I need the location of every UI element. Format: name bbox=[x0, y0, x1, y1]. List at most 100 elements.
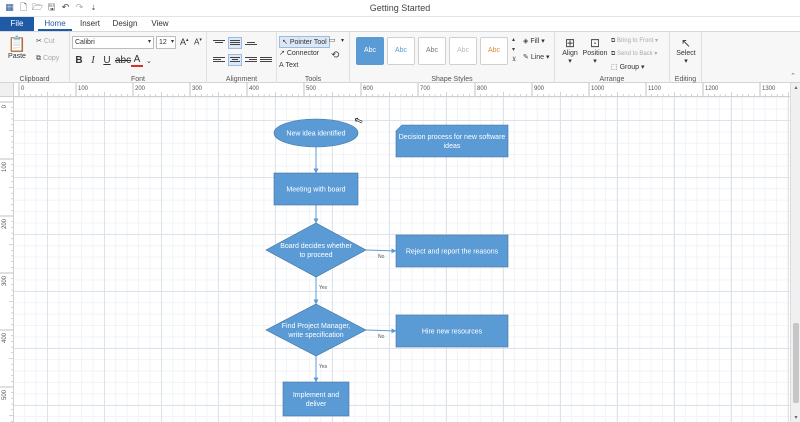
pointer-tool-label: Pointer Tool bbox=[289, 39, 327, 46]
node-label: Meeting with board bbox=[286, 187, 345, 194]
node-start[interactable]: New idea identified bbox=[273, 118, 359, 148]
tab-insert[interactable]: Insert bbox=[76, 17, 104, 31]
ruler-label: 700 bbox=[420, 86, 431, 92]
node-hire[interactable]: Hire new resources bbox=[395, 314, 509, 348]
connector-decide-reject[interactable] bbox=[365, 248, 397, 254]
vertical-scrollbar[interactable]: ▴ ▾ bbox=[790, 83, 800, 422]
undo-icon[interactable]: ↶ bbox=[60, 2, 71, 13]
clipboard-group: 📋 Paste ✂ Cut ⧉ Copy Clipboard bbox=[0, 32, 70, 84]
node-reject[interactable]: Reject and report the reasons bbox=[395, 234, 509, 268]
align-right-button[interactable] bbox=[245, 56, 257, 65]
editing-group-label: Editing bbox=[674, 76, 697, 83]
font-color-button[interactable]: A bbox=[131, 55, 143, 67]
rectangle-tool-button[interactable]: ▭ bbox=[329, 36, 336, 44]
vertical-ruler-ticks: 0 100 200 300 400 500 bbox=[0, 101, 13, 422]
customize-icon[interactable]: ⇣ bbox=[88, 2, 99, 13]
font-family-select[interactable]: Calibri ▾ bbox=[72, 36, 154, 49]
underline-button[interactable]: U bbox=[101, 55, 113, 66]
style-swatch-3[interactable]: Abc bbox=[418, 37, 446, 65]
node-decide[interactable]: Board decides whether to proceed bbox=[265, 222, 367, 278]
rectangle-icon: ▭ bbox=[329, 37, 336, 44]
ruler-label: 400 bbox=[2, 332, 8, 343]
shape-line-button[interactable]: ✎ Line ▾ bbox=[523, 53, 550, 61]
node-note[interactable]: Decision process for new software ideas bbox=[395, 124, 509, 158]
ruler-label: 0 bbox=[21, 86, 25, 92]
align-left-button[interactable] bbox=[213, 56, 225, 65]
group-button[interactable]: ⬚ Group ▾ bbox=[611, 63, 645, 71]
align-center-button[interactable] bbox=[228, 54, 242, 66]
bold-button[interactable]: B bbox=[73, 55, 85, 66]
align-middle-button[interactable] bbox=[228, 37, 242, 49]
diagram-svg: No Yes No Yes New idea identified Decision pr… bbox=[265, 118, 509, 417]
freeform-tool-button[interactable]: ⟲ bbox=[331, 50, 339, 61]
tab-view[interactable]: View bbox=[146, 17, 174, 31]
connector-findpm-hire[interactable] bbox=[365, 328, 397, 334]
text-tool-button[interactable]: A Text bbox=[279, 62, 298, 69]
connector-icon: ↗ bbox=[279, 50, 285, 57]
cut-button[interactable]: ✂ Cut bbox=[36, 37, 55, 45]
diagram-canvas[interactable]: No Yes No Yes New idea identified Decision pr… bbox=[14, 97, 790, 422]
shrink-font-button[interactable]: A▾ bbox=[194, 37, 202, 47]
collapse-ribbon-icon[interactable]: ⌃ bbox=[790, 72, 796, 80]
style-swatch-1[interactable]: Abc bbox=[356, 37, 384, 65]
styles-scroll-up-button[interactable]: ▴ bbox=[512, 36, 515, 43]
node-findpm[interactable]: Find Project Manager, write specification bbox=[265, 303, 367, 357]
shape-fill-button[interactable]: ◈ Fill ▾ bbox=[523, 37, 545, 45]
new-icon[interactable]: 🗋 bbox=[18, 2, 29, 13]
swatch-label: Abc bbox=[425, 47, 439, 54]
strikethrough-button[interactable]: abc bbox=[115, 55, 131, 66]
bring-front-icon: ⧉ bbox=[611, 38, 616, 44]
bring-to-front-button[interactable]: ⧉ Bring to Front ▾ bbox=[611, 37, 658, 45]
group-icon: ⬚ bbox=[611, 64, 618, 71]
connector-tool-label: Connector bbox=[286, 50, 320, 57]
font-group: Calibri ▾ 12 ▾ A▴ A▾ B I U abc A ⌄ Font bbox=[70, 32, 207, 84]
font-size-select[interactable]: 12 ▾ bbox=[156, 36, 176, 49]
node-label: Board decides whether bbox=[280, 243, 352, 250]
text-icon: A bbox=[279, 62, 284, 69]
align-button[interactable]: ⊞ Align ▾ bbox=[558, 36, 582, 65]
pointer-tool-button[interactable]: ↖ Pointer Tool bbox=[279, 36, 330, 48]
save-icon[interactable]: 🖫 bbox=[46, 2, 57, 13]
grow-font-button[interactable]: A▴ bbox=[180, 37, 189, 47]
swatch-label: Abc bbox=[456, 47, 470, 54]
chevron-down-icon[interactable]: ⌄ bbox=[146, 57, 152, 65]
scrollbar-thumb[interactable] bbox=[793, 323, 799, 403]
style-swatch-4[interactable]: Abc bbox=[449, 37, 477, 65]
italic-button[interactable]: I bbox=[87, 55, 99, 66]
ruler-label: 300 bbox=[192, 86, 203, 92]
ruler-label: 1000 bbox=[591, 86, 605, 92]
open-icon[interactable]: 🗁 bbox=[32, 2, 43, 13]
alignment-group-label: Alignment bbox=[225, 76, 258, 83]
ruler-label: 300 bbox=[2, 275, 8, 286]
tab-file[interactable]: File bbox=[0, 17, 34, 31]
send-to-back-button[interactable]: ⧉ Send to Back ▾ bbox=[611, 50, 657, 58]
align-top-button[interactable] bbox=[213, 39, 225, 48]
connector-tool-button[interactable]: ↗ Connector bbox=[279, 49, 319, 57]
font-family-value: Calibri bbox=[75, 39, 95, 46]
justify-button[interactable] bbox=[260, 56, 272, 65]
ruler-label: 600 bbox=[363, 86, 374, 92]
position-button[interactable]: ⊡ Position ▾ bbox=[581, 36, 609, 65]
cut-label: Cut bbox=[43, 38, 55, 45]
styles-more-button[interactable]: ⊻ bbox=[512, 56, 516, 63]
node-implement[interactable]: Implement and deliver bbox=[282, 381, 350, 417]
paste-button[interactable]: 📋 Paste bbox=[6, 35, 28, 60]
style-swatch-5[interactable]: Abc bbox=[480, 37, 508, 65]
ruler-label: 400 bbox=[249, 86, 260, 92]
tab-design[interactable]: Design bbox=[108, 17, 142, 31]
scroll-up-icon[interactable]: ▴ bbox=[792, 84, 800, 91]
redo-icon[interactable]: ↷ bbox=[74, 2, 85, 13]
align-bottom-button[interactable] bbox=[245, 39, 257, 48]
copy-button[interactable]: ⧉ Copy bbox=[36, 55, 59, 63]
node-meeting[interactable]: Meeting with board bbox=[273, 172, 359, 206]
select-button[interactable]: ↖ Select ▾ bbox=[674, 36, 698, 65]
position-icon: ⊡ bbox=[589, 36, 601, 50]
style-swatch-2[interactable]: Abc bbox=[387, 37, 415, 65]
tab-home[interactable]: Home bbox=[38, 17, 72, 31]
scroll-down-icon[interactable]: ▾ bbox=[792, 414, 800, 421]
diamond-shape bbox=[265, 222, 367, 278]
chevron-down-icon[interactable]: ▾ bbox=[341, 37, 344, 44]
ruler-label: 100 bbox=[78, 86, 89, 92]
styles-scroll-down-button[interactable]: ▾ bbox=[512, 46, 515, 53]
pen-icon: ✎ bbox=[523, 54, 529, 61]
